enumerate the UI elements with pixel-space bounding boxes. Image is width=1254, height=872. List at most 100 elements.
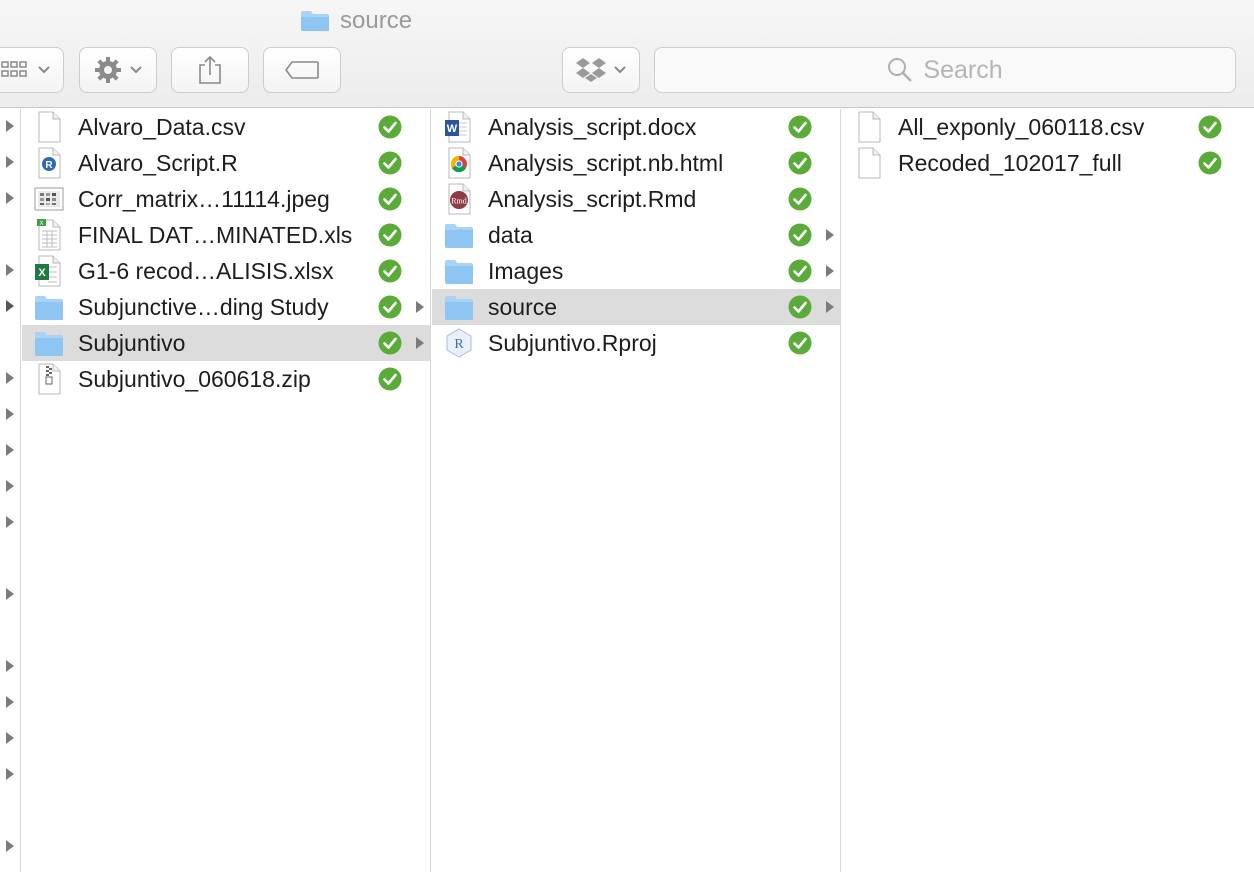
disclosure-arrow-icon[interactable] <box>4 442 16 458</box>
file-row[interactable]: Alvaro_Data.csv <box>22 109 430 145</box>
file-name: Recoded_102017_full <box>898 150 1122 176</box>
disclosure-arrow-icon[interactable] <box>4 406 16 422</box>
file-row[interactable]: X G1-6 recod…ALISIS.xlsx <box>22 253 430 289</box>
disclosure-arrow-icon[interactable] <box>4 118 16 134</box>
svg-text:Rmd: Rmd <box>451 197 467 206</box>
svg-text:X: X <box>39 221 43 227</box>
folder-icon <box>445 260 473 284</box>
disclosure-arrow-icon[interactable] <box>824 263 836 279</box>
blank-document-icon <box>858 111 881 143</box>
disclosure-arrow-icon[interactable] <box>824 227 836 243</box>
image-file-icon <box>34 187 64 211</box>
folder-row[interactable]: Subjuntivo <box>22 325 430 361</box>
chrome-html-icon <box>448 147 471 179</box>
folder-row[interactable]: data <box>432 217 840 253</box>
spreadsheet-icon: X <box>37 219 61 251</box>
file-name: Analysis_script.nb.html <box>488 150 724 176</box>
disclosure-arrow-icon[interactable] <box>414 335 426 351</box>
word-doc-icon: W <box>445 111 471 143</box>
share-icon <box>199 55 221 84</box>
sync-complete-icon <box>378 367 402 391</box>
tag-icon <box>285 61 319 79</box>
sync-complete-icon <box>788 295 812 319</box>
sync-complete-icon <box>788 187 812 211</box>
file-name: Subjuntivo_060618.zip <box>78 366 311 392</box>
grid-view-icon <box>1 61 27 77</box>
file-row[interactable]: R Alvaro_Script.R <box>22 145 430 181</box>
window-title: source <box>300 6 412 36</box>
folder-icon <box>301 11 329 31</box>
file-row[interactable]: X FINAL DAT…MINATED.xls <box>22 217 430 253</box>
file-row[interactable]: R Subjuntivo.Rproj <box>432 325 840 361</box>
sync-complete-icon <box>378 187 402 211</box>
svg-text:R: R <box>45 160 53 171</box>
file-row[interactable]: Rmd Analysis_script.Rmd <box>432 181 840 217</box>
blank-document-icon <box>38 111 61 143</box>
disclosure-arrow-icon[interactable] <box>4 478 16 494</box>
disclosure-arrow-icon[interactable] <box>4 154 16 170</box>
file-name: G1-6 recod…ALISIS.xlsx <box>78 258 334 284</box>
file-row[interactable]: Recoded_102017_full <box>842 145 1254 181</box>
file-name: Analysis_script.docx <box>488 114 697 140</box>
disclosure-arrow-icon[interactable] <box>4 370 16 386</box>
chevron-down-icon <box>614 66 626 74</box>
action-menu-button[interactable] <box>79 47 157 93</box>
file-name: Subjunctive…ding Study <box>78 294 329 320</box>
disclosure-arrow-icon[interactable] <box>4 766 16 782</box>
folder-icon <box>35 332 63 356</box>
disclosure-arrow-icon[interactable] <box>824 299 836 315</box>
share-button[interactable] <box>171 47 249 93</box>
sync-complete-icon <box>1198 151 1222 175</box>
file-name: data <box>488 222 533 248</box>
file-name: Alvaro_Data.csv <box>78 114 246 140</box>
r-script-icon: R <box>38 147 61 179</box>
file-name: FINAL DAT…MINATED.xls <box>78 222 353 248</box>
sync-complete-icon <box>378 223 402 247</box>
disclosure-arrow-icon[interactable] <box>4 190 16 206</box>
search-placeholder: Search <box>923 55 1003 84</box>
disclosure-arrow-icon[interactable] <box>4 838 16 854</box>
column-2: W Analysis_script.docx Analysis_script.nb.… <box>432 109 841 872</box>
file-name: Images <box>488 258 564 284</box>
file-row[interactable]: All_exponly_060118.csv <box>842 109 1254 145</box>
disclosure-arrow-icon[interactable] <box>4 262 16 278</box>
file-name: Corr_matrix…11114.jpeg <box>78 186 330 212</box>
dropbox-icon <box>576 58 606 82</box>
disclosure-arrow-icon[interactable] <box>414 299 426 315</box>
disclosure-arrow-icon[interactable] <box>4 658 16 674</box>
chevron-down-icon <box>130 66 142 74</box>
rproj-icon: R <box>446 328 472 358</box>
sync-complete-icon <box>378 259 402 283</box>
view-options-button[interactable] <box>0 47 64 93</box>
rmd-icon: Rmd <box>448 183 471 215</box>
folder-row[interactable]: Subjunctive…ding Study <box>22 289 430 325</box>
file-row[interactable]: Analysis_script.nb.html <box>432 145 840 181</box>
file-row[interactable]: Corr_matrix…11114.jpeg <box>22 181 430 217</box>
disclosure-arrow-icon[interactable] <box>4 514 16 530</box>
file-name: All_exponly_060118.csv <box>898 114 1145 140</box>
file-name: source <box>488 294 558 320</box>
file-row[interactable]: W Analysis_script.docx <box>432 109 840 145</box>
disclosure-arrow-icon[interactable] <box>4 586 16 602</box>
tags-button[interactable] <box>263 47 341 93</box>
disclosure-arrow-icon[interactable] <box>4 730 16 746</box>
column-1: Alvaro_Data.csv R Alvaro_Script.R Corr_matr… <box>22 109 431 872</box>
chevron-down-icon <box>38 66 50 74</box>
sync-complete-icon <box>378 115 402 139</box>
sync-complete-icon <box>788 115 812 139</box>
folder-row[interactable]: Images <box>432 253 840 289</box>
search-icon <box>888 58 913 82</box>
dropbox-menu-button[interactable] <box>562 47 640 93</box>
column-3: All_exponly_060118.csv Recoded_102017_ful… <box>842 109 1254 872</box>
file-name: Subjuntivo <box>78 330 186 356</box>
search-input[interactable]: Search <box>654 47 1236 93</box>
disclosure-arrow-icon[interactable] <box>4 694 16 710</box>
folder-icon <box>445 296 473 320</box>
file-row[interactable]: Subjuntivo_060618.zip <box>22 361 430 397</box>
sync-complete-icon <box>1198 115 1222 139</box>
disclosure-arrow-icon[interactable] <box>4 298 16 314</box>
sync-complete-icon <box>788 259 812 283</box>
window-title-text: source <box>340 7 413 34</box>
folder-row[interactable]: source <box>432 289 840 325</box>
zip-archive-icon <box>38 363 61 395</box>
